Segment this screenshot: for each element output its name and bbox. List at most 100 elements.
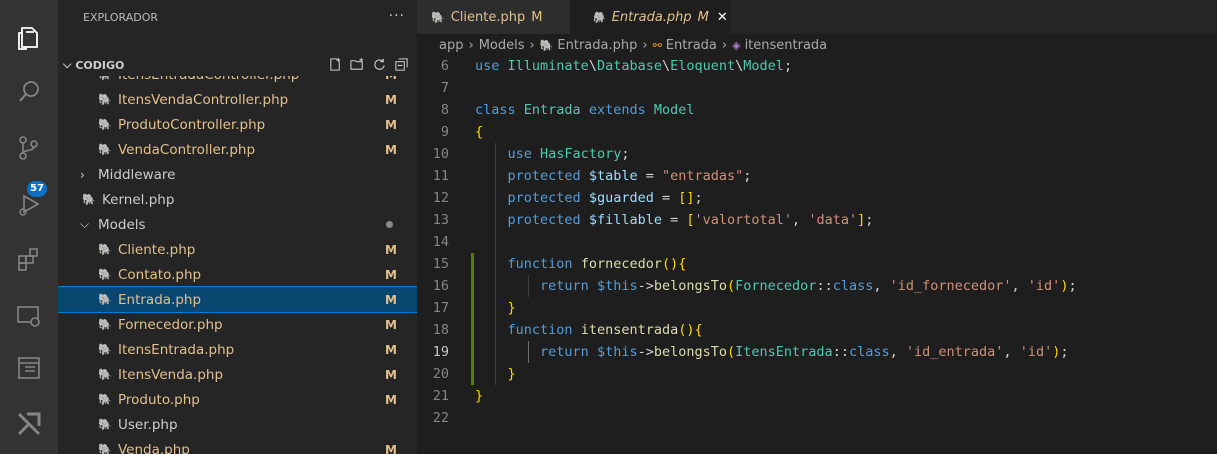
line-number: 8 <box>440 102 449 118</box>
code-line[interactable]: 13 protected $fillable = ['valortotal', … <box>417 209 1217 231</box>
tree-item-label: Middleware <box>98 166 176 183</box>
tree-item-label: Produto.php <box>118 391 200 408</box>
kite-icon[interactable] <box>13 408 45 440</box>
close-icon[interactable]: ✕ <box>717 10 728 25</box>
git-status-badge: M <box>385 142 397 157</box>
workspace-section-header[interactable]: ⌵ CODIGO <box>58 54 417 76</box>
php-file-icon: 🐘 <box>98 93 112 106</box>
tree-file-item[interactable]: 🐘 Fornecedor.php M <box>58 312 417 337</box>
code-text: protected $fillable = ['valortotal', 'da… <box>507 212 874 228</box>
tree-item-label: Fornecedor.php <box>118 316 223 333</box>
line-number: 16 <box>432 278 449 294</box>
tree-file-item[interactable]: 🐘 ItensVendaController.php M <box>58 87 417 112</box>
tab-label: Cliente.php <box>450 9 526 25</box>
code-text: } <box>475 388 484 404</box>
code-line[interactable]: 15 function fornecedor(){ <box>417 253 1217 275</box>
code-line[interactable]: 20 } <box>417 363 1217 385</box>
php-file-icon: 🐘 <box>98 243 112 256</box>
code-line[interactable]: 19 return $this->belongsTo(ItensEntrada:… <box>417 341 1217 363</box>
code-text: function fornecedor(){ <box>507 256 687 272</box>
new-folder-icon[interactable] <box>350 57 365 72</box>
tree-file-item[interactable]: 🐘 ItensEntrada.php M <box>58 337 417 362</box>
indent-guide <box>528 341 529 363</box>
code-text: protected $guarded = []; <box>507 190 703 206</box>
explorer-title: EXPLORADOR <box>83 10 159 24</box>
breadcrumb-separator: › <box>642 37 648 53</box>
tree-file-item[interactable]: 🐘 Kernel.php <box>58 187 417 212</box>
editor-tabs: 🐘 Cliente.php M 🐘 Entrada.php M ✕ <box>417 0 1217 34</box>
more-actions-button[interactable]: ··· <box>389 8 405 24</box>
code-line[interactable]: 17 } <box>417 297 1217 319</box>
search-icon[interactable] <box>13 76 45 108</box>
git-status-badge: M <box>385 342 397 357</box>
code-text: return $this->belongsTo(ItensEntrada::cl… <box>540 344 1069 360</box>
code-text: class Entrada extends Model <box>475 102 695 118</box>
code-line[interactable]: 12 protected $guarded = []; <box>417 187 1217 209</box>
section-actions <box>328 57 409 72</box>
breadcrumb-method[interactable]: itensentrada <box>745 38 828 53</box>
tree-item-label: VendaController.php <box>118 141 256 158</box>
extensions-icon[interactable] <box>13 244 45 276</box>
explorer-icon[interactable] <box>13 22 45 54</box>
line-number: 6 <box>440 58 449 74</box>
code-text: protected $table = "entradas"; <box>507 168 752 184</box>
new-file-icon[interactable] <box>328 57 343 72</box>
git-status-badge: M <box>385 292 397 307</box>
code-line[interactable]: 6 use Illuminate\Database\Eloquent\Model; <box>417 56 1217 77</box>
php-file-icon: 🐘 <box>98 443 112 454</box>
tree-file-item[interactable]: 🐘 Entrada.php M <box>58 286 417 313</box>
git-status-badge: M <box>385 442 397 454</box>
code-line[interactable]: 14 <box>417 231 1217 253</box>
code-line[interactable]: 7 <box>417 77 1217 99</box>
line-number: 22 <box>432 410 449 426</box>
tree-file-item[interactable]: 🐘 Cliente.php M <box>58 237 417 262</box>
panel-icon[interactable] <box>13 352 45 384</box>
tree-folder-item[interactable]: ⌵ Models <box>58 212 417 237</box>
php-file-icon: 🐘 <box>539 38 554 52</box>
code-editor[interactable]: 6 use Illuminate\Database\Eloquent\Model;… <box>417 56 1217 454</box>
tree-item-label: ProdutoController.php <box>118 116 266 133</box>
php-file-icon: 🐘 <box>431 10 445 24</box>
tree-file-item[interactable]: 🐘 ProdutoController.php M <box>58 112 417 137</box>
code-line[interactable]: 22 <box>417 407 1217 429</box>
tree-folder-item[interactable]: › Middleware <box>58 162 417 187</box>
tab-status: M <box>697 9 709 25</box>
remote-explorer-icon[interactable] <box>13 300 45 332</box>
tree-file-item[interactable]: 🐘 Contato.php M <box>58 262 417 287</box>
line-number: 18 <box>432 322 449 338</box>
run-debug-icon[interactable] <box>13 188 45 220</box>
line-number: 9 <box>440 124 449 140</box>
modified-dot-icon <box>386 221 393 228</box>
breadcrumb-file[interactable]: Entrada.php <box>557 38 637 53</box>
breadcrumb-app[interactable]: app <box>439 38 463 53</box>
source-control-icon[interactable] <box>13 132 45 164</box>
git-status-badge: M <box>385 267 397 282</box>
tree-item-label: ItensEntrada.php <box>118 341 235 358</box>
tab-entrada[interactable]: 🐘 Entrada.php M ✕ <box>570 0 730 34</box>
git-modified-gutter <box>471 253 474 385</box>
git-status-badge: M <box>385 92 397 107</box>
php-file-icon: 🐘 <box>98 318 112 331</box>
code-line[interactable]: 11 protected $table = "entradas"; <box>417 165 1217 187</box>
breadcrumb-class[interactable]: Entrada <box>666 38 717 53</box>
tree-item-label: ItensVendaController.php <box>118 91 289 108</box>
refresh-icon[interactable] <box>372 57 387 72</box>
code-line[interactable]: 18 function itensentrada(){ <box>417 319 1217 341</box>
php-file-icon: 🐘 <box>98 268 112 281</box>
code-line[interactable]: 8 class Entrada extends Model <box>417 99 1217 121</box>
code-line[interactable]: 16 return $this->belongsTo(Fornecedor::c… <box>417 275 1217 297</box>
code-line[interactable]: 9{ <box>417 121 1217 143</box>
chevron-down-icon: ⌵ <box>63 58 72 71</box>
breadcrumb-models[interactable]: Models <box>479 38 525 53</box>
tree-file-item[interactable]: 🐘 User.php <box>58 412 417 437</box>
tree-file-item[interactable]: 🐘 Venda.php M <box>58 437 417 454</box>
code-line[interactable]: 10 use HasFactory; <box>417 143 1217 165</box>
tree-file-item[interactable]: 🐘 VendaController.php M <box>58 137 417 162</box>
line-number: 14 <box>432 234 449 250</box>
tree-file-item[interactable]: 🐘 Produto.php M <box>58 387 417 412</box>
tree-file-item[interactable]: 🐘 ItensVenda.php M <box>58 362 417 387</box>
collapse-all-icon[interactable] <box>394 57 409 72</box>
code-line[interactable]: 21} <box>417 385 1217 407</box>
tab-cliente[interactable]: 🐘 Cliente.php M <box>417 0 570 34</box>
line-number: 17 <box>432 300 449 316</box>
